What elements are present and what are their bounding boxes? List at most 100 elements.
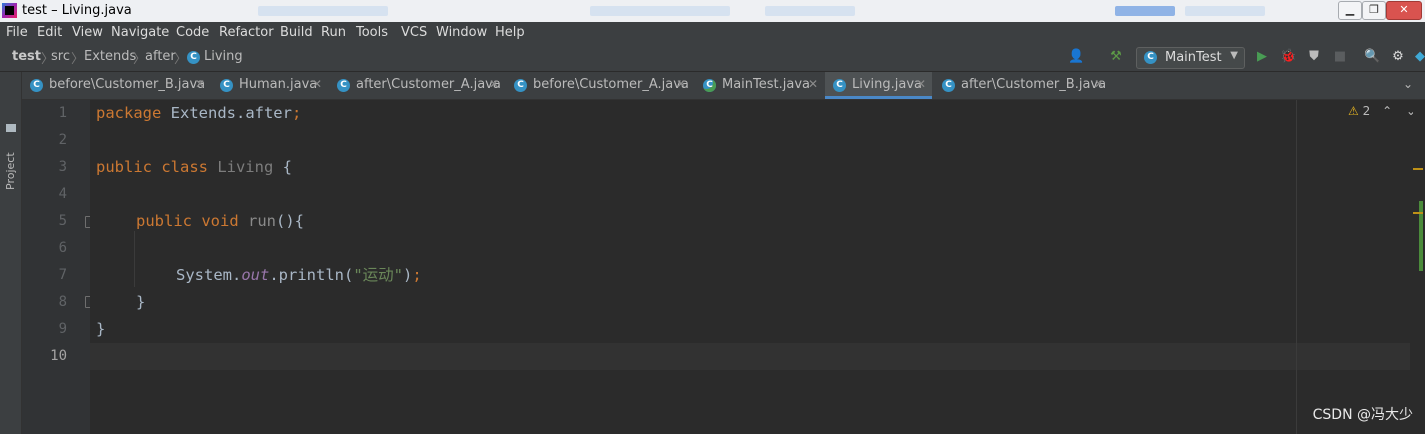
warning-stripe-marker[interactable] <box>1413 168 1423 170</box>
editor-scrollbar[interactable] <box>1413 100 1425 434</box>
tabs-more-chevron-icon[interactable]: ⌄ <box>1403 77 1413 91</box>
line-number: 3 <box>58 159 67 175</box>
tab-label: Living.java <box>852 77 923 92</box>
breadcrumb-living[interactable]: Living <box>204 49 243 65</box>
folder-icon <box>6 124 16 132</box>
tab-label: after\Customer_A.java <box>356 77 501 92</box>
editor-tab-bar: C before\Customer_B.java ✕ C Human.java … <box>22 72 1425 100</box>
class-icon: C <box>514 79 527 92</box>
maximize-button[interactable]: ❐ <box>1362 1 1386 20</box>
inspection-widget[interactable]: ⚠ 2 ⌃ ⌄ <box>1348 104 1416 118</box>
close-icon[interactable]: ✕ <box>916 77 926 91</box>
warning-icon: ⚠ <box>1348 104 1359 118</box>
code-line-8: } <box>136 293 146 311</box>
menu-build[interactable]: Build <box>280 25 313 41</box>
chevron-down-icon: ▼ <box>1230 50 1238 61</box>
line-number: 2 <box>58 132 67 148</box>
class-icon: C <box>220 79 233 92</box>
stop-icon[interactable]: ■ <box>1332 49 1348 65</box>
intellij-app-icon <box>2 3 17 18</box>
tab-after-customer-b[interactable]: C after\Customer_B.java ✕ <box>934 72 1109 99</box>
run-configuration-label: MainTest <box>1165 50 1222 65</box>
menu-vcs[interactable]: VCS <box>401 25 427 41</box>
title-bar: test – Living.java ▁ ❐ ✕ <box>0 0 1425 23</box>
line-number: 8 <box>58 294 67 310</box>
menu-window[interactable]: Window <box>436 25 487 41</box>
tab-label: Human.java <box>239 77 318 92</box>
user-icon[interactable]: 👤 <box>1068 49 1084 65</box>
run-configuration-select[interactable]: C MainTest ▼ <box>1136 47 1245 69</box>
close-icon[interactable]: ✕ <box>312 77 322 91</box>
code-line-9: } <box>96 320 106 338</box>
menu-bar: File Edit View Navigate Code Refactor Bu… <box>0 22 1425 44</box>
indent-guide <box>134 231 135 287</box>
line-number: 7 <box>58 267 67 283</box>
blurred-background-tab <box>765 6 855 16</box>
tab-label: before\Customer_A.java <box>533 77 689 92</box>
coverage-icon[interactable]: ⛊ <box>1306 49 1322 65</box>
line-number: 5 <box>58 213 67 229</box>
code-line-5: public void run(){ <box>136 212 304 230</box>
menu-refactor[interactable]: Refactor <box>219 25 274 41</box>
close-button[interactable]: ✕ <box>1386 1 1422 20</box>
debug-icon[interactable]: 🐞 <box>1280 49 1296 65</box>
line-number: 4 <box>58 186 67 202</box>
code-line-1: package Extends.after; <box>96 104 302 122</box>
run-icon[interactable]: ▶ <box>1254 49 1270 65</box>
breadcrumb-after[interactable]: after <box>145 49 176 65</box>
breadcrumb-separator-icon: 〉 <box>174 52 188 67</box>
tab-human[interactable]: C Human.java ✕ <box>212 72 327 99</box>
tab-before-customer-b[interactable]: C before\Customer_B.java ✕ <box>22 72 210 99</box>
tab-after-customer-a[interactable]: C after\Customer_A.java ✕ <box>329 72 504 99</box>
project-tool-window-button[interactable]: Project <box>4 150 17 190</box>
line-number: 9 <box>58 321 67 337</box>
current-line-highlight <box>90 343 1410 370</box>
breadcrumb-src[interactable]: src <box>51 49 70 65</box>
watermark-text: CSDN @冯大少 <box>1312 407 1413 423</box>
breadcrumb-project[interactable]: test <box>12 49 41 65</box>
plugin-icon[interactable]: ◆ <box>1412 49 1425 65</box>
settings-gear-icon[interactable]: ⚙ <box>1390 49 1406 65</box>
line-number-gutter: 1 2 3 4 5 6 7 8 9 10 <box>22 100 95 434</box>
menu-tools[interactable]: Tools <box>356 25 388 41</box>
blurred-background-tab <box>1115 6 1175 16</box>
left-tool-strip: Project <box>0 72 22 434</box>
breadcrumb-extends[interactable]: Extends <box>84 49 136 65</box>
code-editor[interactable]: package Extends.after; public class Livi… <box>90 100 1425 434</box>
menu-edit[interactable]: Edit <box>37 25 62 41</box>
warning-stripe-marker[interactable] <box>1413 212 1423 214</box>
line-number-current: 10 <box>50 348 67 364</box>
class-icon: C <box>30 79 43 92</box>
close-icon[interactable]: ✕ <box>676 77 686 91</box>
tab-maintest[interactable]: C MainTest.java ✕ <box>695 72 823 99</box>
line-number: 1 <box>58 105 67 121</box>
menu-run[interactable]: Run <box>321 25 346 41</box>
menu-help[interactable]: Help <box>495 25 525 41</box>
navigation-bar: test 〉 src 〉 Extends 〉 after 〉 C Living … <box>0 44 1425 72</box>
blurred-background-tab <box>590 6 730 16</box>
breadcrumb-separator-icon: 〉 <box>71 52 85 67</box>
menu-file[interactable]: File <box>6 25 28 41</box>
menu-code[interactable]: Code <box>176 25 209 41</box>
run-config-class-icon: C <box>1144 51 1157 64</box>
tab-living[interactable]: C Living.java ✕ <box>825 72 932 99</box>
close-icon[interactable]: ✕ <box>489 77 499 91</box>
tab-label: before\Customer_B.java <box>49 77 206 92</box>
search-icon[interactable]: 🔍 <box>1364 49 1380 65</box>
runnable-class-icon: C <box>703 79 716 92</box>
blurred-background-tab <box>1185 6 1265 16</box>
menu-navigate[interactable]: Navigate <box>111 25 169 41</box>
warning-count: 2 <box>1362 104 1371 118</box>
tab-before-customer-a[interactable]: C before\Customer_A.java ✕ <box>506 72 691 99</box>
menu-view[interactable]: View <box>72 25 103 41</box>
right-margin-guide <box>1296 100 1297 434</box>
build-hammer-icon[interactable]: ⚒ <box>1108 49 1124 65</box>
close-icon[interactable]: ✕ <box>808 77 818 91</box>
class-icon: C <box>833 79 846 92</box>
class-icon: C <box>187 51 200 64</box>
close-icon[interactable]: ✕ <box>1094 77 1104 91</box>
blurred-background-tab <box>258 6 388 16</box>
close-icon[interactable]: ✕ <box>195 77 205 91</box>
previous-highlight-icon[interactable]: ⌃ <box>1382 104 1392 118</box>
minimize-button[interactable]: ▁ <box>1338 1 1362 20</box>
